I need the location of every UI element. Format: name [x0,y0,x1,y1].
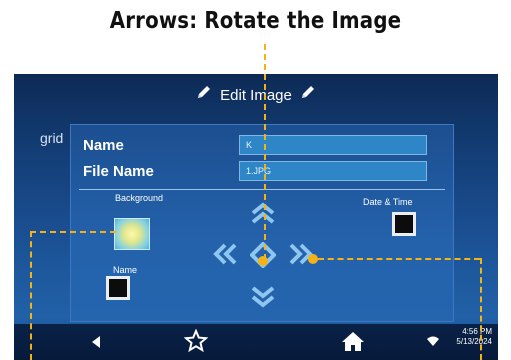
wifi-icon [426,334,440,352]
annotation-line-right [318,258,480,260]
rotate-left-button[interactable] [210,241,240,267]
name-checkbox-label: Name [113,265,138,275]
bottom-nav-bar: 4:56 PM 5/13/2024 [14,324,498,360]
annotation-dot-right [308,254,318,264]
grid-label: grid [40,130,64,146]
star-icon[interactable] [183,328,209,358]
annotation-line-right-down [480,258,482,360]
rotate-down-button[interactable] [248,284,278,310]
annotation-line-left [30,231,116,233]
clock-time: 4:56 PM [462,327,492,336]
home-icon[interactable] [340,330,366,357]
background-label: Background [115,193,164,203]
rotate-up-button[interactable] [248,200,278,226]
title-bar: Edit Image [14,82,498,110]
annotation-dot-center [258,256,268,266]
name-label: Name [83,137,124,154]
annotation-line-left-down [30,231,32,360]
background-image-thumbnail[interactable] [114,218,150,250]
file-name-label: File Name [83,163,154,180]
clock-date: 5/13/2024 [456,337,492,346]
file-name-field[interactable]: 1.JPG [239,161,427,181]
pencil-icon [196,82,212,110]
divider [79,189,445,190]
name-field[interactable]: K [239,135,427,155]
annotation-line-top [264,44,266,260]
date-time-label: Date & Time [363,197,413,207]
device-screen: Edit Image grid Name K File Name 1.JPG B… [14,74,498,360]
caption-title: Arrows: Rotate the Image [109,8,402,34]
status-clock: 4:56 PM 5/13/2024 [456,327,492,347]
name-checkbox[interactable] [106,276,130,300]
screen-title: Edit Image [220,87,292,105]
pencil-icon [300,82,316,110]
date-time-checkbox[interactable] [392,212,416,236]
back-icon[interactable] [90,335,102,354]
